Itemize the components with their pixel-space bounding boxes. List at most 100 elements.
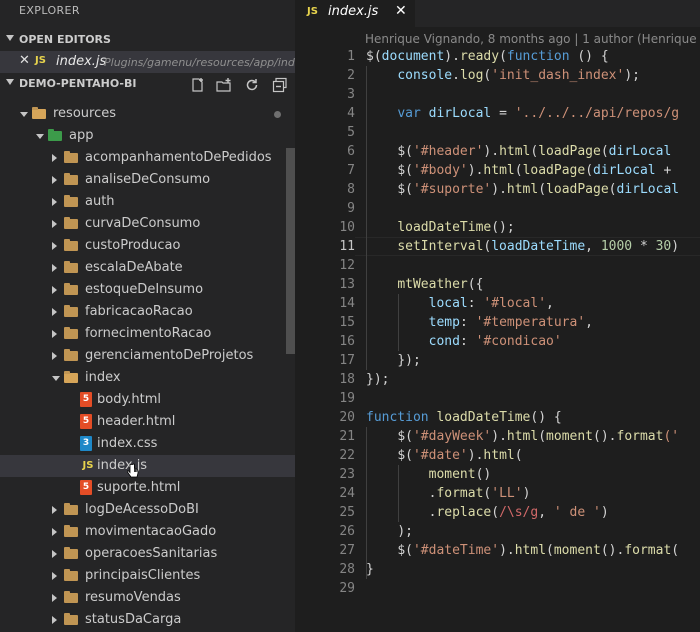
code-token: ). — [491, 429, 507, 444]
folder-icon — [64, 525, 78, 537]
code-line[interactable]: .replace(/\s/g, ' de ') — [366, 503, 609, 522]
chevron-right-icon[interactable] — [52, 220, 57, 228]
chevron-down-icon[interactable] — [20, 112, 28, 117]
chevron-right-icon[interactable] — [52, 154, 57, 162]
code-line[interactable]: console.log('init_dash_index'); — [366, 66, 640, 85]
tree-folder-item[interactable]: app — [0, 125, 295, 147]
tree-folder-item[interactable]: auth — [0, 191, 295, 213]
chevron-right-icon[interactable] — [52, 572, 57, 580]
tree-folder-item[interactable]: escalaDeAbate — [0, 257, 295, 279]
chevron-right-icon[interactable] — [52, 176, 57, 184]
chevron-right-icon[interactable] — [52, 550, 57, 558]
code-token: format — [616, 429, 664, 444]
code-token: . — [452, 68, 460, 83]
chevron-down-icon[interactable] — [52, 376, 60, 381]
code-line[interactable]: function loadDateTime() { — [366, 408, 562, 427]
code-line[interactable]: mtWeather({ — [366, 275, 483, 294]
tree-folder-item[interactable]: analiseDeConsumo — [0, 169, 295, 191]
code-line[interactable]: $(document).ready(function () { — [366, 47, 609, 66]
tree-file-item[interactable]: JS index.js — [0, 455, 295, 477]
tree-item-label: acompanhamentoDePedidos — [85, 150, 272, 165]
code-line[interactable]: $('#date').html( — [366, 446, 522, 465]
tree-folder-item[interactable]: custoProducao — [0, 235, 295, 257]
code-token: : — [459, 315, 476, 330]
tree-folder-item[interactable]: estoqueDeInsumo — [0, 279, 295, 301]
code-token: 'LL' — [491, 486, 523, 501]
code-line[interactable]: }); — [366, 351, 420, 370]
code-line[interactable]: ); — [366, 522, 413, 541]
chevron-right-icon[interactable] — [52, 264, 57, 272]
tree-folder-item[interactable]: index — [0, 367, 295, 389]
code-line[interactable]: moment() — [366, 465, 492, 484]
folder-icon — [64, 613, 78, 625]
folder-icon — [64, 349, 78, 361]
code-line[interactable]: cond: '#condicao' — [366, 332, 562, 351]
code-line[interactable]: $('#dayWeek').html(moment().format(' — [366, 427, 679, 446]
code-line[interactable]: loadDateTime(); — [366, 218, 514, 237]
tree-folder-item[interactable]: operacoesSanitarias — [0, 543, 295, 565]
line-number: 1 — [347, 49, 355, 64]
tree-file-item[interactable]: 5 header.html — [0, 411, 295, 433]
chevron-down-icon — [6, 79, 14, 85]
tree-folder-item[interactable]: curvaDeConsumo — [0, 213, 295, 235]
code-line[interactable]: .format('LL') — [366, 484, 531, 503]
tree-file-item[interactable]: 3 index.css — [0, 433, 295, 455]
tree-folder-item[interactable]: principaisClientes — [0, 565, 295, 587]
line-number: 16 — [339, 334, 355, 349]
tree-file-item[interactable]: 5 suporte.html — [0, 477, 295, 499]
collapse-all-icon[interactable] — [272, 77, 288, 93]
tree-folder-item[interactable]: resumoVendas — [0, 587, 295, 609]
chevron-right-icon[interactable] — [52, 594, 57, 602]
code-token: , — [585, 315, 593, 330]
tree-file-item[interactable]: 5 body.html — [0, 389, 295, 411]
tree-folder-item[interactable]: logDeAcessoDoBI — [0, 499, 295, 521]
code-line[interactable]: setInterval(loadDateTime, 1000 * 30) — [366, 237, 679, 256]
chevron-right-icon[interactable] — [52, 242, 57, 250]
tree-folder-item[interactable]: fabricacaoRacao — [0, 301, 295, 323]
code-editor[interactable]: JS index.js ✕ Henrique Vignando, 8 month… — [295, 0, 700, 632]
chevron-right-icon[interactable] — [52, 198, 57, 206]
chevron-right-icon[interactable] — [52, 616, 57, 624]
editor-tab-bar: JS index.js ✕ — [295, 0, 700, 27]
tree-folder-item[interactable]: fornecimentoRacao — [0, 323, 295, 345]
chevron-right-icon[interactable] — [52, 506, 57, 514]
code-line[interactable]: var dirLocal = '../../../api/repos/g — [366, 104, 679, 123]
new-file-icon[interactable] — [190, 77, 206, 93]
indent-guide — [366, 66, 367, 370]
folder-icon — [64, 217, 78, 229]
tab-index-js[interactable]: JS index.js ✕ — [295, 0, 415, 27]
code-line[interactable]: } — [366, 560, 374, 579]
new-folder-icon[interactable] — [216, 77, 232, 93]
tree-folder-item[interactable]: movimentacaoGado — [0, 521, 295, 543]
chevron-right-icon[interactable] — [52, 330, 57, 338]
tree-folder-item[interactable]: acompanhamentoDePedidos — [0, 147, 295, 169]
open-editor-item[interactable]: ✕ JS index.js Plugins/gamenu/resources/a… — [0, 51, 295, 73]
code-line[interactable]: $('#body').html(loadPage(dirLocal + — [366, 161, 671, 180]
code-line[interactable]: temp: '#temperatura', — [366, 313, 593, 332]
tree-item-label: resumoVendas — [85, 590, 181, 605]
close-icon[interactable]: ✕ — [395, 3, 407, 19]
chevron-right-icon[interactable] — [52, 308, 57, 316]
chevron-down-icon[interactable] — [36, 134, 44, 139]
code-line[interactable]: $('#dateTime').html(moment().format( — [366, 541, 679, 560]
tree-folder-item[interactable]: resources — [0, 103, 295, 125]
code-token: () { — [569, 49, 609, 64]
code-token: ). — [467, 448, 484, 463]
chevron-right-icon[interactable] — [52, 286, 57, 294]
code-token: }); — [366, 372, 390, 387]
git-blame-annotation[interactable]: Henrique Vignando, 8 months ago | 1 auth… — [365, 32, 700, 46]
code-line[interactable]: local: '#local', — [366, 294, 554, 313]
app-folder-icon — [48, 129, 62, 141]
tree-folder-item[interactable]: statusDaCarga — [0, 609, 295, 631]
chevron-right-icon[interactable] — [52, 528, 57, 536]
tree-folder-item[interactable]: gerenciamentoDeProjetos — [0, 345, 295, 367]
chevron-right-icon[interactable] — [52, 352, 57, 360]
code-line[interactable]: $('#header').html(loadPage(dirLocal — [366, 142, 671, 161]
sidebar-scrollbar[interactable] — [286, 148, 295, 354]
refresh-icon[interactable] — [244, 77, 260, 93]
open-editors-header[interactable]: OPEN EDITORS — [0, 29, 295, 51]
code-line[interactable]: }); — [366, 370, 389, 389]
close-icon[interactable]: ✕ — [19, 53, 30, 68]
tree-item-label: analiseDeConsumo — [85, 172, 211, 187]
code-line[interactable]: $('#suporte').html(loadPage(dirLocal — [366, 180, 679, 199]
